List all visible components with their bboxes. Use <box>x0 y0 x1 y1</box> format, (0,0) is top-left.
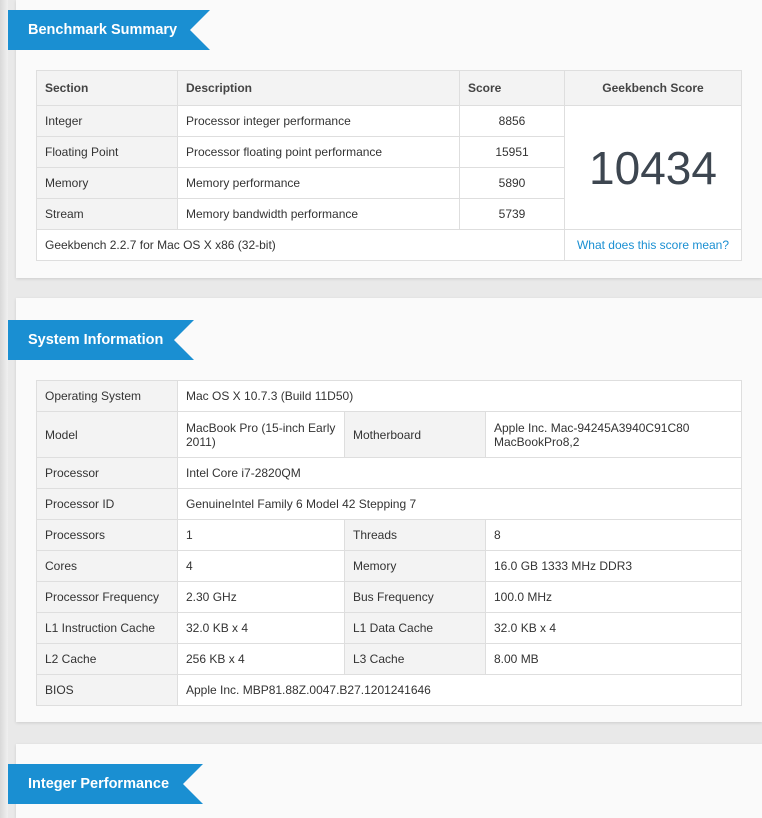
geekbench-version-text: Geekbench 2.2.7 for Mac OS X x86 (32-bit… <box>36 229 565 261</box>
l3-cache-label: L3 Cache <box>344 643 486 675</box>
processor-id-value: GenuineIntel Family 6 Model 42 Stepping … <box>177 488 742 520</box>
column-header-score: Score <box>459 70 565 106</box>
motherboard-label: Motherboard <box>344 411 486 458</box>
os-label: Operating System <box>36 380 178 412</box>
benchmark-summary-panel: Benchmark Summary Section Description Sc… <box>16 0 762 278</box>
processors-value: 1 <box>177 519 345 551</box>
system-information-table: Operating System Mac OS X 10.7.3 (Build … <box>36 380 742 706</box>
system-information-heading: System Information <box>8 320 194 360</box>
processor-label: Processor <box>36 457 178 489</box>
section-name: Integer <box>36 105 178 137</box>
processor-id-label: Processor ID <box>36 488 178 520</box>
processor-value: Intel Core i7-2820QM <box>177 457 742 489</box>
table-row: Processor ID GenuineIntel Family 6 Model… <box>36 488 742 520</box>
bus-frequency-value: 100.0 MHz <box>485 581 742 613</box>
table-row: Processor Intel Core i7-2820QM <box>36 457 742 489</box>
table-row: Model MacBook Pro (15-inch Early 2011) M… <box>36 411 742 458</box>
l2-cache-value: 256 KB x 4 <box>177 643 345 675</box>
bios-value: Apple Inc. MBP81.88Z.0047.B27.1201241646 <box>177 674 742 706</box>
l1-data-cache-label: L1 Data Cache <box>344 612 486 644</box>
integer-performance-panel: Integer Performance <box>16 744 762 818</box>
column-header-geekbench-score: Geekbench Score <box>564 70 742 106</box>
section-description: Processor integer performance <box>177 105 460 137</box>
table-row: Integer Processor integer performance 88… <box>36 105 742 230</box>
left-edge <box>0 0 8 818</box>
benchmark-summary-table: Section Description Score Geekbench Scor… <box>36 70 742 261</box>
geekbench-score-value: 10434 <box>564 105 742 230</box>
section-score: 5739 <box>459 198 565 230</box>
section-name: Floating Point <box>36 136 178 168</box>
cores-label: Cores <box>36 550 178 582</box>
threads-label: Threads <box>344 519 486 551</box>
threads-value: 8 <box>485 519 742 551</box>
cores-value: 4 <box>177 550 345 582</box>
memory-label: Memory <box>344 550 486 582</box>
table-row: L2 Cache 256 KB x 4 L3 Cache 8.00 MB <box>36 643 742 675</box>
memory-value: 16.0 GB 1333 MHz DDR3 <box>485 550 742 582</box>
table-row: Operating System Mac OS X 10.7.3 (Build … <box>36 380 742 412</box>
table-header-row: Section Description Score Geekbench Scor… <box>36 70 742 106</box>
section-description: Processor floating point performance <box>177 136 460 168</box>
table-footer-row: Geekbench 2.2.7 for Mac OS X x86 (32-bit… <box>36 229 742 261</box>
table-row: Processors 1 Threads 8 <box>36 519 742 551</box>
table-row: BIOS Apple Inc. MBP81.88Z.0047.B27.12012… <box>36 674 742 706</box>
section-score: 15951 <box>459 136 565 168</box>
motherboard-value: Apple Inc. Mac-94245A3940C91C80 MacBookP… <box>485 411 742 458</box>
l1-instruction-cache-label: L1 Instruction Cache <box>36 612 178 644</box>
section-description: Memory bandwidth performance <box>177 198 460 230</box>
processors-label: Processors <box>36 519 178 551</box>
section-score: 8856 <box>459 105 565 137</box>
column-header-section: Section <box>36 70 178 106</box>
integer-performance-heading: Integer Performance <box>8 764 203 804</box>
section-description: Memory performance <box>177 167 460 199</box>
processor-frequency-label: Processor Frequency <box>36 581 178 613</box>
table-row: Processor Frequency 2.30 GHz Bus Frequen… <box>36 581 742 613</box>
l2-cache-label: L2 Cache <box>36 643 178 675</box>
column-header-description: Description <box>177 70 460 106</box>
section-name: Memory <box>36 167 178 199</box>
bios-label: BIOS <box>36 674 178 706</box>
score-meaning-link[interactable]: What does this score mean? <box>564 229 742 261</box>
model-value: MacBook Pro (15-inch Early 2011) <box>177 411 345 458</box>
l3-cache-value: 8.00 MB <box>485 643 742 675</box>
section-score: 5890 <box>459 167 565 199</box>
table-row: L1 Instruction Cache 32.0 KB x 4 L1 Data… <box>36 612 742 644</box>
l1-data-cache-value: 32.0 KB x 4 <box>485 612 742 644</box>
processor-frequency-value: 2.30 GHz <box>177 581 345 613</box>
l1-instruction-cache-value: 32.0 KB x 4 <box>177 612 345 644</box>
model-label: Model <box>36 411 178 458</box>
os-value: Mac OS X 10.7.3 (Build 11D50) <box>177 380 742 412</box>
benchmark-summary-heading: Benchmark Summary <box>8 10 210 50</box>
section-name: Stream <box>36 198 178 230</box>
bus-frequency-label: Bus Frequency <box>344 581 486 613</box>
table-row: Cores 4 Memory 16.0 GB 1333 MHz DDR3 <box>36 550 742 582</box>
